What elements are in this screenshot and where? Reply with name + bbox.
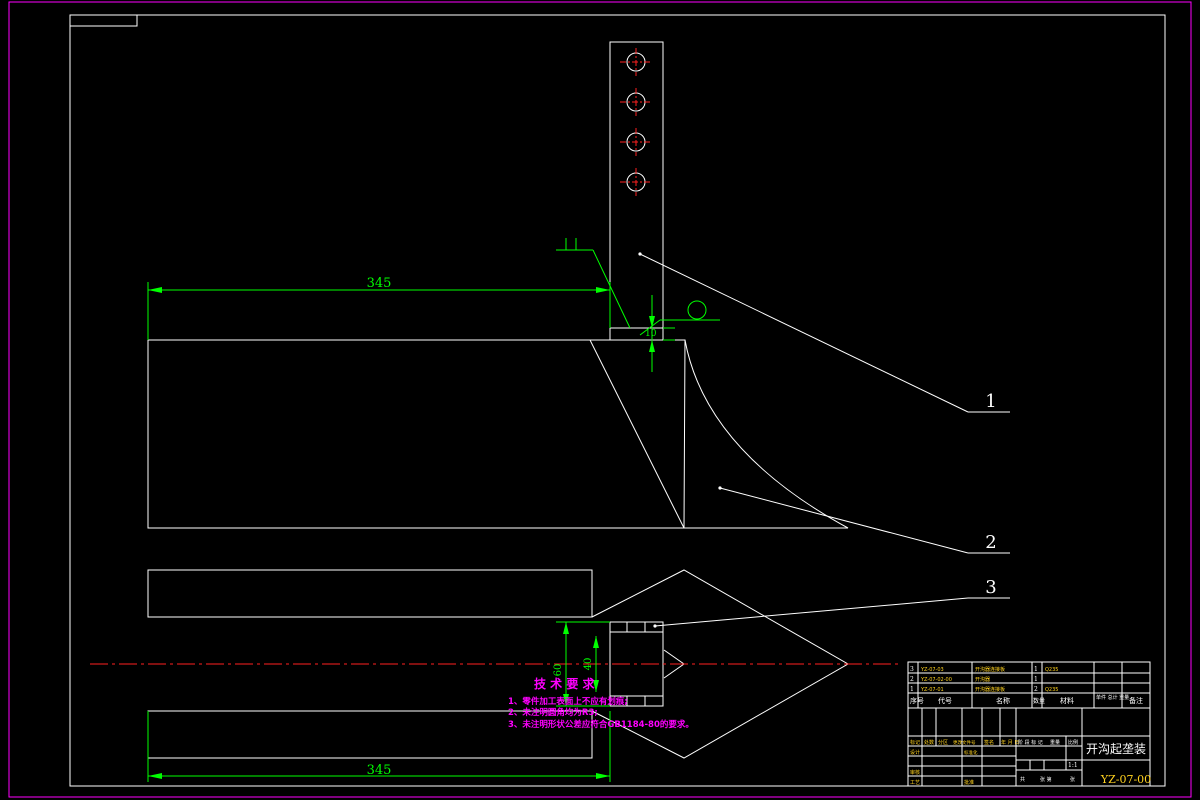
part-seq: 3 xyxy=(910,666,914,673)
dim-length-top-text: 345 xyxy=(367,276,392,291)
signoff-label: 工艺 xyxy=(910,780,920,786)
parts-row: 3 YZ-07-03 开沟器连接板 1 Q235 xyxy=(910,666,1058,673)
signoff-label: 审核 xyxy=(910,769,920,776)
scale-value: 1:1 xyxy=(1068,762,1078,769)
part-material: Q235 xyxy=(1045,687,1058,693)
parts-header: 序号 代号 名称 数量 材料 单件 总计 重量 备注 xyxy=(910,694,1143,705)
sheet-outer-border xyxy=(8,1,1192,798)
dim-length-bottom-text: 345 xyxy=(367,763,392,778)
sheet-row: 共 张 第 张 xyxy=(1020,776,1075,783)
header-name: 名称 xyxy=(996,696,1010,705)
title-block: 3 YZ-07-03 开沟器连接板 1 Q235 2 YZ-07-02-00 开… xyxy=(907,661,1151,787)
weight-label: 重量 xyxy=(1050,739,1060,746)
balloon-2: 2 xyxy=(985,532,996,553)
dimension-gap: 10 xyxy=(645,295,675,372)
signoff-label: 标准化 xyxy=(964,749,978,756)
stage-row: 阶 段 标 记 重量 比例 1:1 xyxy=(1018,739,1078,769)
signoff-label: 批准 xyxy=(964,779,974,786)
part-2-furrow-opener-front xyxy=(147,339,849,529)
parts-row: 1 YZ-07-01 开沟器连接板 2 Q235 xyxy=(910,686,1058,693)
signoff-label: 年 月 日 xyxy=(1001,739,1019,746)
drawing-title: 开沟起垄装 xyxy=(1086,742,1146,756)
bolt-holes xyxy=(620,48,652,196)
header-code: 代号 xyxy=(938,696,952,705)
top-view-upper-bar xyxy=(147,569,593,618)
weld-symbol xyxy=(556,238,720,336)
balloon-3: 3 xyxy=(985,577,996,598)
parts-row: 2 YZ-07-02-00 开沟器 1 xyxy=(910,676,1038,683)
part-name: 开沟器连接板 xyxy=(975,686,1005,693)
tech-requirement-item: 2、未注明圆角均为R3; xyxy=(508,707,598,718)
part-3-top-view xyxy=(90,569,900,759)
signoff-label: 处数 xyxy=(924,739,934,746)
part-name: 开沟器 xyxy=(975,676,990,683)
drawing-number: YZ-07-00 xyxy=(1100,773,1151,786)
bolt-hole xyxy=(620,88,652,116)
scale-label: 比例 xyxy=(1068,739,1078,746)
top-view-lower-bar xyxy=(147,710,593,759)
signoff-label: 标记 xyxy=(910,739,920,746)
sheet-label: 共 xyxy=(1020,776,1025,783)
sheet-label: 张 第 xyxy=(1040,776,1052,783)
signoff-label: 更改文件号 xyxy=(953,739,976,746)
dim-height-a-text: 60 xyxy=(553,664,564,677)
part-code: YZ-07-02-00 xyxy=(920,677,952,683)
header-qty: 数量 xyxy=(1033,697,1045,705)
part-name: 开沟器连接板 xyxy=(975,666,1005,673)
part-seq: 1 xyxy=(910,686,914,693)
signoff-label: 签名 xyxy=(984,739,994,746)
bolt-hole xyxy=(620,128,652,156)
dim-height-b-text: 40 xyxy=(583,658,594,671)
balloon-1: 1 xyxy=(985,391,996,412)
header-seq: 序号 xyxy=(910,696,924,705)
tech-requirement-item: 3、未注明形状公差应符合GB1184-80的要求。 xyxy=(508,719,694,730)
part-1-mounting-plate xyxy=(609,41,664,341)
dimension-length-top: 345 xyxy=(147,276,611,340)
bolt-hole xyxy=(620,48,652,76)
part-qty: 1 xyxy=(1034,666,1038,673)
bolt-hole xyxy=(620,168,652,196)
part-qty: 2 xyxy=(1034,686,1038,693)
cad-drawing-canvas: 345 345 10 60 40 1 2 3 技 术 要 求 1、零件加工表面上… xyxy=(8,1,1192,798)
sheet-label: 张 xyxy=(1070,776,1075,783)
reverse-code-box xyxy=(69,14,138,27)
header-weight: 单件 总计 重量 xyxy=(1096,694,1129,701)
dimension-heights: 60 40 xyxy=(553,621,610,707)
header-material: 材料 xyxy=(1060,696,1074,705)
part-code: YZ-07-03 xyxy=(920,667,944,673)
tech-requirements: 技 术 要 求 1、零件加工表面上不应有划痕; 2、未注明圆角均为R3; 3、未… xyxy=(508,676,694,730)
part-seq: 2 xyxy=(910,676,914,683)
leaders xyxy=(638,252,1010,628)
signoff-label: 设计 xyxy=(910,749,920,756)
part-qty: 1 xyxy=(1034,676,1038,683)
opener-edge-line xyxy=(589,339,685,529)
header-remark: 备注 xyxy=(1129,696,1143,705)
tech-requirements-title: 技 术 要 求 xyxy=(534,676,596,691)
part-code: YZ-07-01 xyxy=(920,687,944,693)
signoff-label: 分区 xyxy=(938,739,948,746)
part-material: Q235 xyxy=(1045,667,1058,673)
tech-requirement-item: 1、零件加工表面上不应有划痕; xyxy=(508,696,628,707)
stage-label: 阶 段 标 记 xyxy=(1018,739,1043,746)
